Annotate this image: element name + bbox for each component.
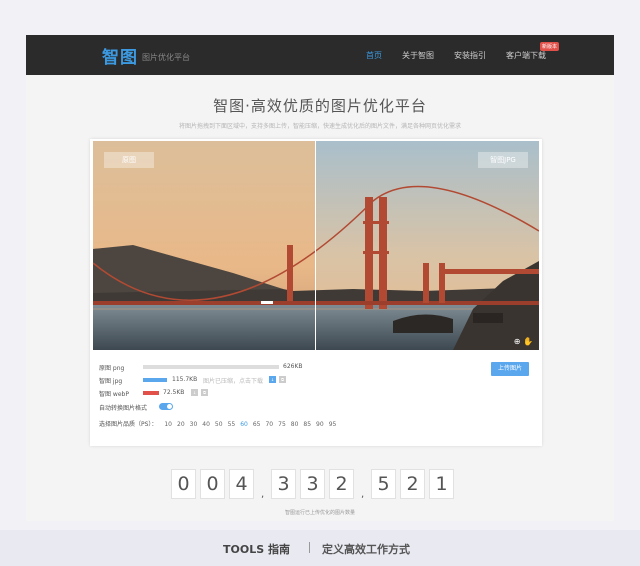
- result-name: 原图 png: [99, 365, 125, 372]
- footer-brand: TOOLS 指南: [223, 543, 290, 556]
- counter-digit: 2: [329, 469, 354, 499]
- counter-digit: 0: [200, 469, 225, 499]
- quality-option[interactable]: 60: [240, 421, 248, 428]
- top-navbar: 智图 图片优化平台 首页 关于智图 安装指引 客户端下载 新版本: [26, 35, 614, 75]
- result-row-webp: 智图 webP 72.5KB ↓ ⧉: [99, 389, 539, 402]
- result-name: 智图 jpg: [99, 378, 123, 385]
- result-size[interactable]: 115.7KB: [172, 376, 197, 383]
- copy-icon[interactable]: ⧉: [279, 376, 286, 383]
- quality-option[interactable]: 30: [190, 421, 198, 428]
- result-name: 智图 webP: [99, 391, 129, 398]
- result-row-original: 原图 png 626KB: [99, 363, 539, 376]
- compressed-label: 智图JPG: [478, 152, 528, 168]
- size-bar: [143, 378, 167, 382]
- auto-format-label: 自动转换图片格式: [99, 405, 148, 412]
- logo[interactable]: 智图: [102, 43, 138, 68]
- original-label: 原图: [104, 152, 154, 168]
- counter-digit: 2: [400, 469, 425, 499]
- counter-digit: 0: [171, 469, 196, 499]
- result-note: 图片已压缩，点击下载: [203, 378, 264, 385]
- size-bar: [143, 391, 159, 395]
- quality-label: 选择图片品质（PS）：: [99, 421, 158, 428]
- quality-option[interactable]: 50: [215, 421, 223, 428]
- quality-option[interactable]: 90: [316, 421, 324, 428]
- page-subtitle: 将图片拖拽到下面区域中，支持多图上传，智能压缩，快速生成优化后的图片文件，满足各…: [178, 123, 461, 130]
- result-list: 原图 png 626KB 智图 jpg 115.7KB 图片已压缩，点击下载 ↓…: [99, 363, 539, 402]
- footer-banner: TOOLS 指南 定义高效工作方式: [0, 530, 640, 566]
- counter-digit: 3: [271, 469, 296, 499]
- quality-option[interactable]: 40: [202, 421, 210, 428]
- quality-option[interactable]: 80: [291, 421, 299, 428]
- download-icon[interactable]: ↓: [269, 376, 276, 383]
- app-frame: 智图 图片优化平台 首页 关于智图 安装指引 客户端下载 新版本 智图·高效优质…: [26, 35, 614, 521]
- quality-selector: 选择图片品质（PS）： 10 20 30 40 50 55 60 65 70 75 80 85 90 95: [99, 419, 336, 428]
- page-title: 智图·高效优质的图片优化平台: [213, 97, 427, 115]
- logo-subtitle: 图片优化平台: [142, 53, 190, 62]
- result-size[interactable]: 72.5KB: [163, 389, 184, 396]
- result-row-jpg: 智图 jpg 115.7KB 图片已压缩，点击下载 ↓ ⧉: [99, 376, 539, 389]
- compare-card: 原图 智图JPG ⊕ ✋ 原图 png 626KB 智图 jpg 115.7KB…: [90, 139, 542, 446]
- compare-slider-handle[interactable]: [315, 141, 316, 350]
- quality-option[interactable]: 55: [228, 421, 236, 428]
- auto-format-toggle[interactable]: [159, 403, 173, 410]
- counter-digit: 3: [300, 469, 325, 499]
- copy-icon[interactable]: ⧉: [201, 389, 208, 396]
- image-tools: ⊕ ✋: [514, 337, 533, 346]
- zoom-icon[interactable]: ⊕: [514, 337, 521, 346]
- quality-option[interactable]: 65: [253, 421, 261, 428]
- counter-separator: ,: [261, 489, 265, 500]
- quality-option[interactable]: 95: [329, 421, 337, 428]
- download-icon[interactable]: ↓: [191, 389, 198, 396]
- quality-option[interactable]: 85: [303, 421, 311, 428]
- image-compare-viewer[interactable]: 原图 智图JPG ⊕ ✋: [93, 141, 539, 350]
- new-version-badge: 新版本: [540, 42, 560, 51]
- counter-digit: 1: [429, 469, 454, 499]
- quality-option[interactable]: 10: [164, 421, 172, 428]
- hand-icon[interactable]: ✋: [523, 337, 533, 346]
- result-size: 626KB: [283, 363, 303, 370]
- quality-option[interactable]: 70: [265, 421, 273, 428]
- footer-divider: [309, 542, 310, 553]
- nav-item-client-download[interactable]: 客户端下载: [506, 50, 546, 61]
- nav-item-home[interactable]: 首页: [366, 50, 382, 61]
- size-bar: [143, 365, 279, 369]
- quality-option[interactable]: 75: [278, 421, 286, 428]
- counter-digit: 5: [371, 469, 396, 499]
- upload-image-button[interactable]: 上传图片: [491, 362, 529, 376]
- bridge-photo: [93, 141, 539, 350]
- counter-separator: ,: [361, 489, 365, 500]
- nav-item-about[interactable]: 关于智图: [402, 50, 434, 61]
- counter-label: 智图运行已上传优化的图片数量: [284, 510, 355, 516]
- quality-option[interactable]: 20: [177, 421, 185, 428]
- counter-digit: 4: [229, 469, 254, 499]
- auto-format-row: 自动转换图片格式: [99, 403, 173, 412]
- footer-slogan: 定义高效工作方式: [322, 543, 410, 556]
- quality-options: 10 20 30 40 50 55 60 65 70 75 80 85 90 95: [159, 421, 336, 428]
- nav-item-install-guide[interactable]: 安装指引: [454, 50, 486, 61]
